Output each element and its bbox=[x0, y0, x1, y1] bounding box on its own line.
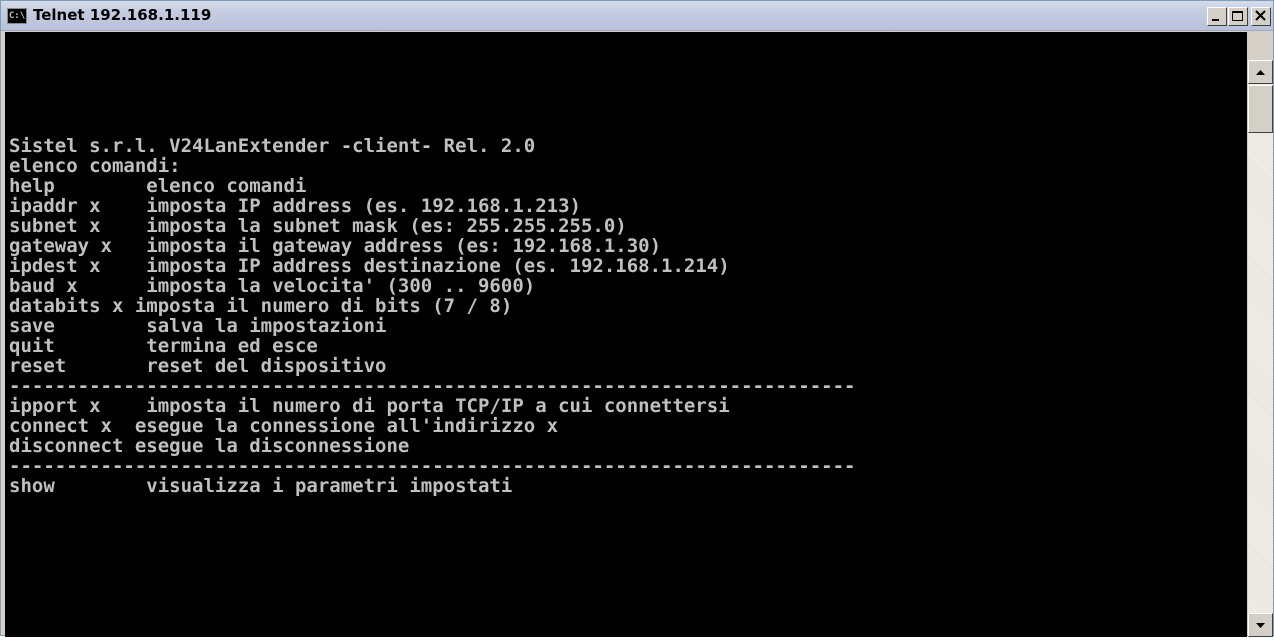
arrow-up-icon bbox=[1256, 70, 1265, 75]
minimize-icon bbox=[1212, 19, 1219, 21]
window-title: Telnet 192.168.1.119 bbox=[33, 6, 212, 24]
console-line: databits x imposta il numero di bits (7 … bbox=[9, 295, 513, 317]
title-bar[interactable]: C:\ Telnet 192.168.1.119 bbox=[1, 1, 1273, 31]
console-line: elenco comandi: bbox=[9, 155, 181, 177]
console-line: quit termina ed esce bbox=[9, 335, 318, 357]
console-line: ----------------------------------------… bbox=[9, 375, 856, 397]
maximize-button[interactable] bbox=[1228, 7, 1248, 26]
scroll-up-button[interactable] bbox=[1248, 60, 1273, 84]
console-text: Sistel s.r.l. V24LanExtender -client- Re… bbox=[9, 136, 855, 496]
scroll-thumb[interactable] bbox=[1248, 85, 1273, 133]
console-line: ipport x imposta il numero di porta TCP/… bbox=[9, 395, 730, 417]
console-line: disconnect esegue la disconnessione bbox=[9, 435, 410, 457]
console-line: ----------------------------------------… bbox=[9, 455, 856, 477]
console-line: subnet x imposta la subnet mask (es: 255… bbox=[9, 215, 627, 237]
console-icon[interactable]: C:\ bbox=[7, 8, 27, 24]
close-button[interactable] bbox=[1251, 7, 1271, 26]
console-line: save salva la impostazioni bbox=[9, 315, 387, 337]
minimize-button[interactable] bbox=[1207, 7, 1227, 26]
console-line: ipaddr x imposta IP address (es. 192.168… bbox=[9, 195, 581, 217]
console-line: baud x imposta la velocita' (300 .. 9600… bbox=[9, 275, 536, 297]
console-line: show visualizza i parametri impostati bbox=[9, 475, 513, 497]
console-line: Sistel s.r.l. V24LanExtender -client- Re… bbox=[9, 135, 536, 157]
console-output[interactable]: Sistel s.r.l. V24LanExtender -client- Re… bbox=[5, 32, 1247, 637]
scroll-down-button[interactable] bbox=[1248, 613, 1273, 637]
close-icon bbox=[1255, 10, 1266, 21]
telnet-window: C:\ Telnet 192.168.1.119 Sistel s.r.l. V… bbox=[0, 0, 1274, 637]
console-line: reset reset del dispositivo bbox=[9, 355, 387, 377]
console-line: ipdest x imposta IP address destinazione… bbox=[9, 255, 730, 277]
vertical-scrollbar[interactable] bbox=[1248, 60, 1273, 637]
maximize-icon bbox=[1232, 11, 1243, 21]
arrow-down-icon bbox=[1256, 623, 1265, 628]
console-line: connect x esegue la connessione all'indi… bbox=[9, 415, 559, 437]
console-line: gateway x imposta il gateway address (es… bbox=[9, 235, 662, 257]
console-line: help elenco comandi bbox=[9, 175, 307, 197]
